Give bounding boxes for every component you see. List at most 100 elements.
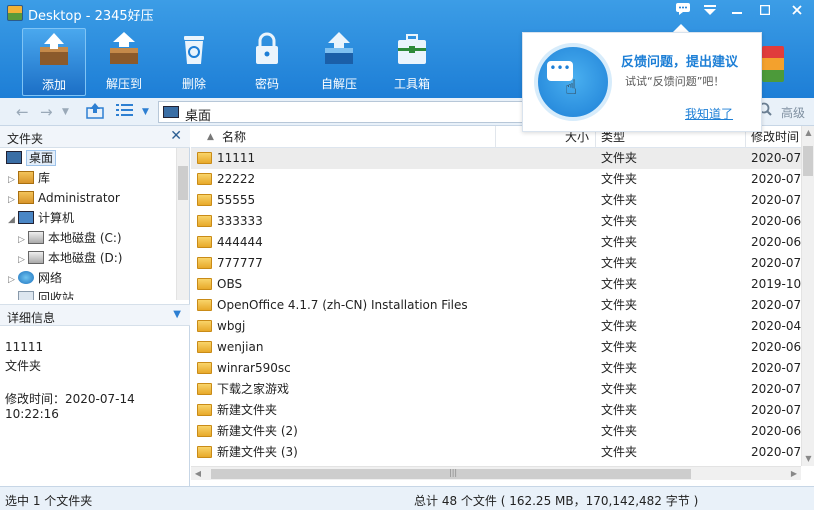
file-type: 文件夹	[601, 382, 638, 396]
tree-item-library[interactable]: ▷ 库	[8, 168, 50, 188]
file-name: 下载之家游戏	[217, 382, 290, 396]
hand-cursor-icon: ☝	[565, 75, 578, 99]
expand-arrow-icon[interactable]: ▷	[8, 270, 18, 290]
list-vertical-thumb[interactable]	[803, 146, 813, 176]
view-dropdown-icon[interactable]: ▼	[142, 103, 149, 121]
up-folder-icon[interactable]	[86, 103, 104, 121]
file-type: 文件夹	[601, 172, 638, 186]
table-row[interactable]: 新建文件夹 文件夹 2020-07	[191, 400, 801, 421]
file-name: 新建文件夹 (2)	[217, 424, 298, 438]
delete-button[interactable]: 删除	[162, 28, 226, 96]
detail-type: 文件夹	[5, 359, 42, 373]
folder-icon	[197, 257, 212, 269]
toolbox-icon	[394, 32, 430, 66]
table-row[interactable]: 新建文件夹 (3) 文件夹 2020-07	[191, 442, 801, 463]
title-bar: Desktop - 2345好压	[0, 0, 814, 26]
column-size-label: 大小	[564, 130, 589, 144]
file-modified: 2020-06	[751, 424, 801, 438]
file-name: 11111	[217, 151, 256, 165]
folder-icon	[197, 215, 212, 227]
table-row[interactable]: OBS 文件夹 2019-10	[191, 274, 801, 295]
scroll-up-icon[interactable]: ▲	[802, 126, 814, 140]
file-name: 新建文件夹	[217, 403, 278, 417]
self-extract-button[interactable]: 自解压	[307, 28, 371, 96]
feedback-icon[interactable]	[670, 1, 696, 23]
file-name: 55555	[217, 193, 256, 207]
list-horizontal-scrollbar[interactable]: ◀ ||| ▶	[191, 466, 801, 480]
password-button[interactable]: 密码	[235, 28, 299, 96]
tree-item-computer[interactable]: ◢ 计算机	[8, 208, 74, 228]
toolbox-label: 工具箱	[393, 77, 430, 91]
file-type: 文件夹	[601, 319, 638, 333]
view-list-icon[interactable]	[116, 103, 134, 121]
status-total: 总计 48 个文件 ( 162.25 MB，170,142,482 字节 )	[414, 494, 699, 508]
tree-item-label: 本地磁盘 (D:)	[48, 251, 123, 265]
column-name[interactable]: ▲ 名称	[191, 126, 496, 148]
column-modified-label: 修改时间	[751, 130, 800, 144]
tree-scrollbar[interactable]	[176, 148, 189, 300]
file-name: winrar590sc	[217, 361, 291, 375]
table-row[interactable]: OpenOffice 4.1.7 (zh-CN) Installation Fi…	[191, 295, 801, 316]
folder-icon	[197, 425, 212, 437]
table-row[interactable]: 777777 文件夹 2020-07	[191, 253, 801, 274]
table-row[interactable]: 55555 文件夹 2020-07	[191, 190, 801, 211]
back-arrow-icon[interactable]: ←	[16, 103, 29, 121]
scroll-down-icon[interactable]: ▼	[802, 452, 814, 466]
history-dropdown-icon[interactable]: ▼	[62, 103, 69, 121]
tree-item-desktop[interactable]: 桌面	[6, 148, 57, 168]
toolbox-button[interactable]: 工具箱	[380, 28, 444, 96]
file-type: 文件夹	[601, 298, 638, 312]
scroll-left-icon[interactable]: ◀	[191, 467, 205, 481]
tree-item-recycle-bin[interactable]: 回收站	[18, 288, 74, 300]
delete-label: 删除	[181, 77, 206, 91]
desktop-icon	[6, 151, 22, 164]
detail-pane-header[interactable]: 详细信息 ▼	[0, 304, 190, 326]
app-logo-icon	[7, 5, 23, 21]
table-row[interactable]: 333333 文件夹 2020-06	[191, 211, 801, 232]
table-row[interactable]: 下载之家游戏 文件夹 2020-07	[191, 379, 801, 400]
self-extract-icon	[321, 32, 357, 66]
expand-arrow-icon[interactable]: ▷	[18, 230, 28, 250]
folder-tree: 桌面 ▷ 库 ▷ Administrator ◢ 计算机 ▷ 本地磁盘 (C:) ▷ 本地…	[0, 148, 176, 300]
table-row[interactable]: 11111 文件夹 2020-07	[191, 148, 801, 169]
tree-item-administrator[interactable]: ▷ Administrator	[8, 188, 120, 208]
tree-item-disk-d[interactable]: ▷ 本地磁盘 (D:)	[18, 248, 122, 268]
folder-icon	[197, 236, 212, 248]
tree-item-network[interactable]: ▷ 网络	[8, 268, 62, 288]
tree-item-label: 网络	[38, 271, 63, 285]
sort-asc-icon: ▲	[207, 132, 214, 142]
status-selection: 选中 1 个文件夹	[5, 494, 93, 508]
expand-arrow-icon[interactable]: ▷	[18, 250, 28, 270]
password-label: 密码	[254, 77, 279, 91]
scroll-right-icon[interactable]: ▶	[787, 467, 801, 481]
table-row[interactable]: wenjian 文件夹 2020-06	[191, 337, 801, 358]
close-button[interactable]	[784, 1, 810, 23]
self-extract-label: 自解压	[320, 77, 357, 91]
chevron-down-icon[interactable]: ▼	[173, 309, 181, 320]
minimize-button[interactable]	[724, 1, 750, 23]
add-button[interactable]: 添加	[22, 28, 86, 96]
table-row[interactable]: wbgj 文件夹 2020-04	[191, 316, 801, 337]
window-title: Desktop - 2345好压	[28, 9, 154, 24]
table-row[interactable]: 新建文件夹 (2) 文件夹 2020-06	[191, 421, 801, 442]
table-row[interactable]: winrar590sc 文件夹 2020-07	[191, 358, 801, 379]
menu-icon[interactable]	[697, 1, 723, 23]
file-name: OBS	[217, 277, 243, 291]
file-rows: 11111 文件夹 2020-07 22222 文件夹 2020-07 55555 文件夹 20…	[191, 148, 801, 466]
folder-icon	[197, 194, 212, 206]
maximize-button[interactable]	[752, 1, 778, 23]
close-pane-icon[interactable]: ✕	[170, 128, 182, 144]
table-row[interactable]: 22222 文件夹 2020-07	[191, 169, 801, 190]
advanced-search-link[interactable]: 高级	[781, 104, 805, 121]
collapse-arrow-icon[interactable]: ◢	[8, 210, 18, 230]
tree-scrollbar-thumb[interactable]	[178, 166, 188, 200]
list-vertical-scrollbar[interactable]: ▲ ▼	[801, 126, 814, 466]
expand-arrow-icon[interactable]: ▷	[8, 190, 18, 210]
expand-arrow-icon[interactable]: ▷	[8, 170, 18, 190]
popup-dismiss-link[interactable]: 我知道了	[685, 105, 733, 122]
table-row[interactable]: 444444 文件夹 2020-06	[191, 232, 801, 253]
forward-arrow-icon[interactable]: →	[40, 103, 53, 121]
extract-to-button[interactable]: 解压到	[92, 28, 156, 96]
tree-item-disk-c[interactable]: ▷ 本地磁盘 (C:)	[18, 228, 122, 248]
file-name: 22222	[217, 172, 256, 186]
